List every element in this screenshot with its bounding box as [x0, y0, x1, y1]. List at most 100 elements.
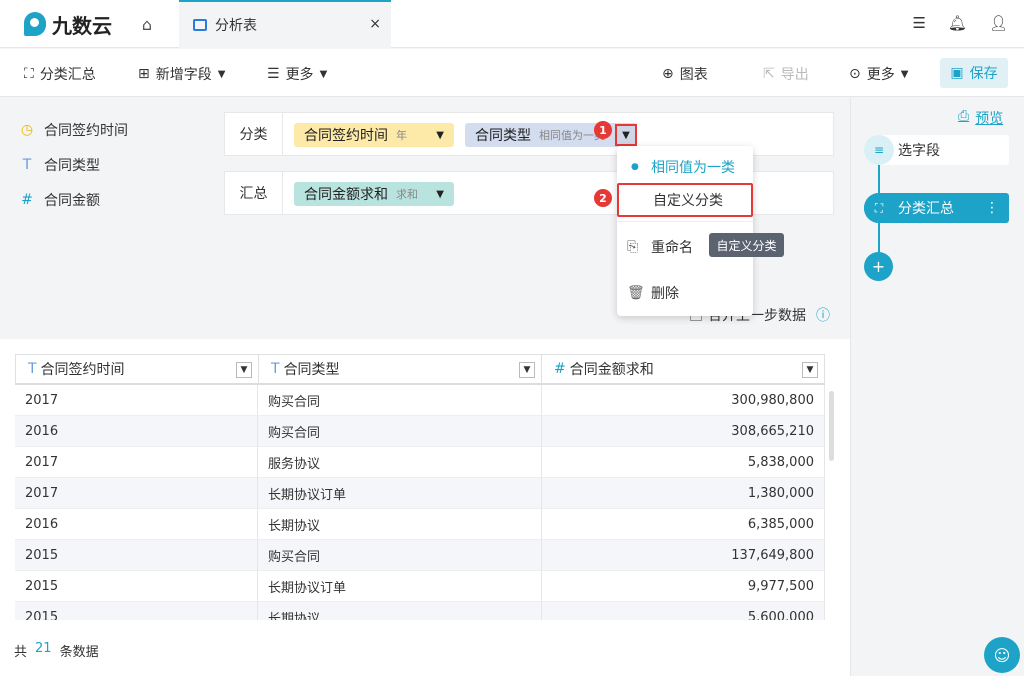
field-item-contract-type[interactable]: T 合同类型	[20, 155, 100, 175]
field-item-signing-time[interactable]: ◷ 合同签约时间	[20, 120, 128, 140]
table-cell[interactable]: 2015	[15, 571, 258, 602]
save-label: 保存	[969, 66, 998, 82]
header-label: 合同类型	[283, 362, 340, 378]
menu-item-same-value[interactable]: ● 相同值为一类	[617, 150, 753, 184]
menu-item-label: 重命名	[651, 240, 693, 256]
more-left-label: 更多	[285, 67, 314, 83]
chip-label: 合同签约时间	[304, 128, 388, 144]
chip-sub: 求和	[396, 188, 418, 201]
table-cell[interactable]: 5,838,000	[542, 447, 825, 478]
field-label: 合同类型	[44, 158, 100, 174]
bell-icon[interactable]: 🔔︎	[948, 14, 967, 32]
table-cell[interactable]: 5,600,000	[542, 602, 825, 620]
table-cell[interactable]: 服务协议	[258, 447, 542, 478]
table-cell[interactable]: 购买合同	[258, 540, 542, 571]
table-cell[interactable]: 长期协议	[258, 602, 542, 620]
table-cell[interactable]: 长期协议订单	[258, 571, 542, 602]
line-chart-icon	[193, 19, 207, 31]
chart-button[interactable]: ⊕ 图表	[662, 64, 708, 84]
menu-item-custom-group[interactable]: 自定义分类	[617, 183, 753, 217]
column-header-amount-sum[interactable]: # 合同金额求和 ▼	[541, 354, 825, 385]
caret-down-icon: ▼	[900, 68, 909, 80]
caret-down-icon[interactable]: ▼	[436, 130, 444, 141]
table-cell[interactable]: 长期协议	[258, 509, 542, 540]
table-cell[interactable]: 1,380,000	[542, 478, 825, 509]
user-icon[interactable]: 👤︎	[989, 14, 1008, 32]
chip-signing-time[interactable]: 合同签约时间 年 ▼	[294, 123, 454, 147]
column-menu-icon[interactable]: ▼	[519, 362, 535, 378]
number-type-icon: #	[554, 361, 566, 377]
brand-name: 九数云	[52, 13, 112, 38]
table-cell[interactable]: 购买合同	[258, 385, 542, 416]
tab-close-icon[interactable]: ×	[369, 16, 381, 32]
table-cell[interactable]: 2015	[15, 540, 258, 571]
chip-dropdown-menu: ● 相同值为一类 自定义分类 ⎘ 重命名 🗑︎ 删除	[617, 146, 753, 316]
table-body: 2017 购买合同 300,980,800 2016 购买合同 308,665,210 20…	[15, 385, 825, 620]
chart-label: 图表	[679, 67, 708, 83]
caret-down-icon[interactable]: ▼	[436, 189, 444, 200]
table-scrollbar[interactable]	[829, 391, 834, 461]
step-badge-2: 2	[594, 189, 612, 207]
table-cell[interactable]: 2016	[15, 509, 258, 540]
row-count-suffix: 条数据	[59, 645, 99, 660]
chip-amount-sum[interactable]: 合同金额求和 求和 ▼	[294, 182, 454, 206]
header-label: 合同金额求和	[569, 362, 654, 378]
table-cell[interactable]: 2016	[15, 416, 258, 447]
tab-analysis-sheet[interactable]: 分析表 ×	[179, 0, 391, 48]
chip-label: 合同类型	[475, 128, 531, 144]
preview-label: 预览	[975, 111, 1004, 127]
app-logo[interactable]: 九数云	[24, 10, 112, 38]
table-cell[interactable]: 6,385,000	[542, 509, 825, 540]
add-field-button[interactable]: ⊞ 新增字段 ▼	[138, 64, 225, 84]
table-cell[interactable]: 2017	[15, 478, 258, 509]
step-more-icon[interactable]: ⋮	[985, 200, 999, 216]
menu-item-label: 自定义分类	[653, 193, 723, 209]
field-item-contract-amount[interactable]: # 合同金额	[20, 190, 100, 210]
menu-item-label: 相同值为一类	[651, 160, 735, 176]
table-cell[interactable]: 137,649,800	[542, 540, 825, 571]
task-list-icon[interactable]: ☰	[912, 14, 925, 32]
more-right-button[interactable]: ⊙ 更多 ▼	[849, 64, 908, 84]
more-right-label: 更多	[866, 67, 895, 83]
step-select-fields[interactable]: ≡ 选字段	[864, 135, 1009, 165]
table-cell[interactable]: 300,980,800	[542, 385, 825, 416]
table-cell[interactable]: 2017	[15, 385, 258, 416]
more-left-button[interactable]: ☰ 更多 ▼	[267, 64, 327, 84]
table-cell[interactable]: 长期协议订单	[258, 478, 542, 509]
menu-item-label: 删除	[651, 286, 679, 302]
group-by-label: 分类	[225, 113, 283, 155]
plus-circle-icon: ⊕	[662, 66, 674, 82]
chip-dropdown-toggle[interactable]: ▼	[615, 124, 637, 146]
save-icon: ▣	[950, 65, 964, 81]
export-button[interactable]: ⇱ 导出	[763, 64, 809, 84]
step-badge-1: 1	[594, 121, 612, 139]
more-dots-icon: ⊙	[849, 66, 861, 82]
group-summary-label: 分类汇总	[39, 67, 96, 83]
step-label: 选字段	[898, 143, 940, 159]
table-cell[interactable]: 2015	[15, 602, 258, 620]
table-cell[interactable]: 购买合同	[258, 416, 542, 447]
table-cell[interactable]: 2017	[15, 447, 258, 478]
group-summary-button[interactable]: ⛶ 分类汇总	[24, 64, 96, 84]
step-group-summary[interactable]: ⛶ 分类汇总 ⋮	[864, 193, 1009, 223]
preview-link[interactable]: ⎙ 预览	[958, 108, 1003, 128]
column-header-contract-type[interactable]: T 合同类型 ▼	[258, 354, 542, 385]
add-step-button[interactable]: +	[864, 252, 893, 281]
column-header-signing-time[interactable]: T 合同签约时间 ▼	[15, 354, 259, 385]
text-type-icon: T	[28, 361, 37, 377]
help-icon[interactable]: ⓘ	[816, 305, 830, 325]
save-button[interactable]: ▣ 保存	[940, 58, 1008, 88]
column-menu-icon[interactable]: ▼	[236, 362, 252, 378]
home-icon[interactable]: ⌂	[132, 12, 162, 36]
table-cell[interactable]: 9,977,500	[542, 571, 825, 602]
caret-down-icon: ▼	[319, 68, 328, 80]
field-label: 合同签约时间	[44, 123, 128, 139]
caret-down-icon: ▼	[217, 68, 226, 80]
add-field-icon: ⊞	[138, 66, 150, 82]
menu-item-delete[interactable]: 🗑︎ 删除	[617, 276, 753, 310]
table-cell[interactable]: 308,665,210	[542, 416, 825, 447]
export-label: 导出	[780, 67, 809, 83]
column-menu-icon[interactable]: ▼	[802, 362, 818, 378]
chat-support-icon[interactable]: ☺	[984, 637, 1020, 673]
list-icon: ☰	[267, 66, 280, 82]
